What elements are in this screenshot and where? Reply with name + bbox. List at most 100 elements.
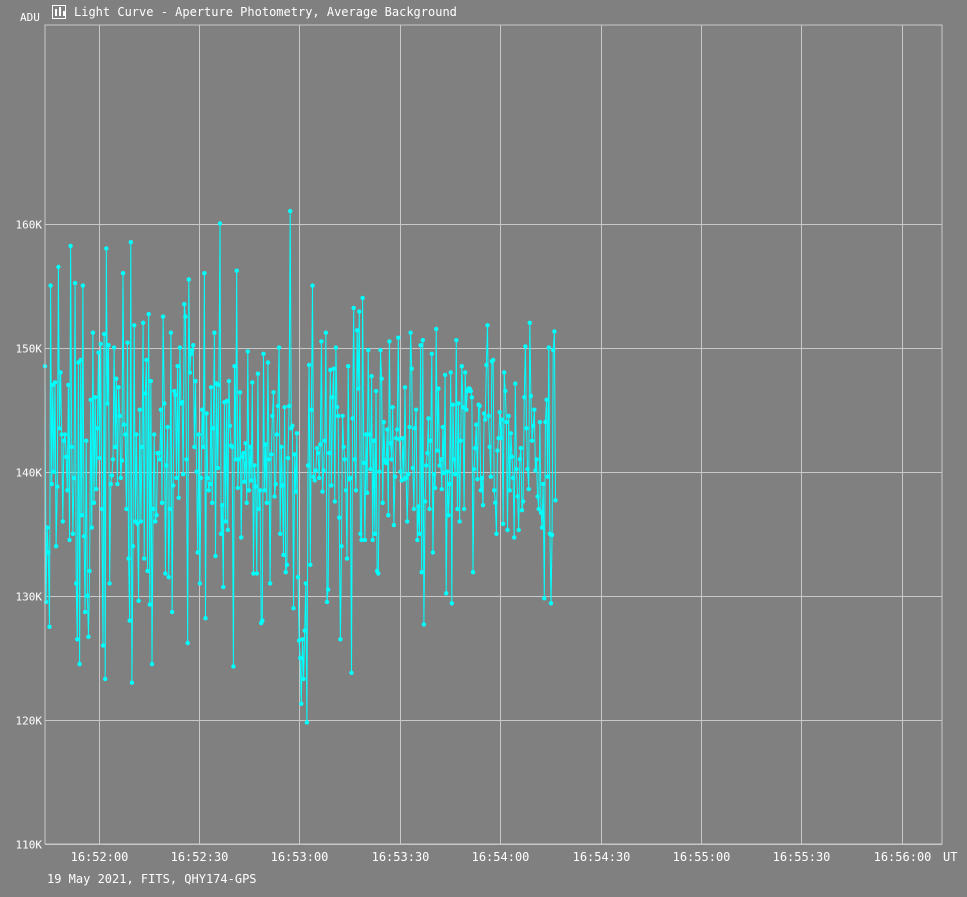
data-point	[221, 584, 226, 590]
data-point	[123, 432, 128, 437]
data-point	[477, 403, 482, 409]
data-point	[356, 386, 361, 391]
data-point	[202, 271, 207, 276]
data-point	[312, 478, 317, 483]
data-point	[288, 208, 293, 214]
data-point	[411, 506, 417, 512]
data-point	[353, 488, 359, 493]
data-point	[57, 426, 62, 431]
data-point	[478, 488, 483, 493]
data-point	[90, 330, 96, 335]
data-point	[103, 676, 108, 682]
data-point	[480, 503, 486, 508]
data-point	[315, 450, 321, 456]
data-point	[211, 426, 216, 431]
data-point	[516, 527, 521, 533]
data-point	[286, 403, 292, 409]
data-point	[169, 609, 175, 615]
data-point	[368, 467, 373, 472]
data-point	[285, 455, 291, 461]
data-point	[434, 326, 439, 332]
data-point	[337, 515, 342, 520]
x-tick-label: 16:54:00	[472, 850, 530, 864]
data-point	[416, 504, 421, 509]
data-point	[334, 405, 340, 410]
data-point	[333, 345, 339, 350]
data-point	[58, 370, 63, 375]
data-point	[274, 432, 279, 437]
data-point	[373, 388, 379, 394]
data-point	[62, 432, 68, 437]
data-point	[532, 407, 537, 412]
x-tick-label: 16:54:30	[573, 850, 631, 864]
series-light-curve	[42, 208, 558, 725]
x-tick-label: 16:56:00	[874, 850, 932, 864]
footer-caption: 19 May 2021, FITS, QHY174-GPS	[47, 872, 257, 886]
data-point	[457, 519, 462, 524]
data-point	[245, 349, 250, 354]
data-point	[154, 513, 159, 518]
data-point	[275, 403, 281, 409]
data-point	[327, 450, 332, 456]
data-point	[95, 426, 100, 431]
y-tick-label: 150K	[16, 343, 43, 356]
data-point	[455, 506, 460, 512]
data-point	[440, 424, 446, 430]
data-point	[182, 302, 187, 307]
data-point	[325, 587, 331, 592]
data-point	[118, 475, 124, 481]
data-point	[56, 264, 61, 270]
data-point	[304, 720, 310, 725]
data-point	[529, 438, 535, 443]
data-point	[513, 381, 518, 386]
data-point	[536, 506, 541, 512]
y-tick-label: 140K	[16, 467, 43, 480]
data-point	[310, 283, 315, 288]
data-point	[458, 438, 463, 443]
data-point	[468, 388, 473, 394]
data-point	[504, 419, 509, 425]
data-point	[49, 481, 54, 487]
data-point	[115, 481, 120, 487]
data-point	[329, 483, 334, 488]
data-point	[381, 419, 386, 425]
data-point	[60, 519, 65, 524]
data-point	[537, 419, 543, 425]
data-point	[184, 457, 189, 462]
data-point	[243, 441, 248, 446]
data-point	[111, 345, 117, 350]
data-point	[53, 544, 59, 549]
data-point	[273, 481, 278, 487]
data-point	[129, 680, 135, 685]
data-point	[86, 634, 91, 639]
data-point	[167, 506, 172, 512]
data-point	[230, 444, 235, 450]
data-point	[505, 527, 510, 533]
data-point	[485, 323, 490, 328]
data-point	[450, 402, 456, 407]
data-point	[378, 347, 383, 353]
data-point	[346, 364, 351, 369]
data-point	[66, 382, 71, 388]
data-point	[390, 405, 395, 410]
data-point	[406, 472, 411, 477]
data-point	[437, 463, 442, 468]
data-point	[104, 246, 109, 251]
data-point	[47, 624, 52, 629]
data-point	[405, 519, 410, 524]
data-point	[84, 438, 89, 443]
data-point	[148, 378, 154, 384]
data-point	[242, 479, 247, 484]
data-point	[110, 457, 116, 462]
data-point	[213, 553, 218, 559]
data-point	[226, 378, 232, 384]
data-point	[295, 575, 301, 580]
data-point	[81, 534, 87, 539]
data-point	[270, 413, 275, 419]
data-point	[234, 268, 239, 273]
data-point	[400, 436, 405, 441]
data-point	[70, 531, 76, 536]
data-point	[55, 484, 60, 489]
data-point	[121, 422, 127, 427]
data-point	[79, 513, 85, 518]
